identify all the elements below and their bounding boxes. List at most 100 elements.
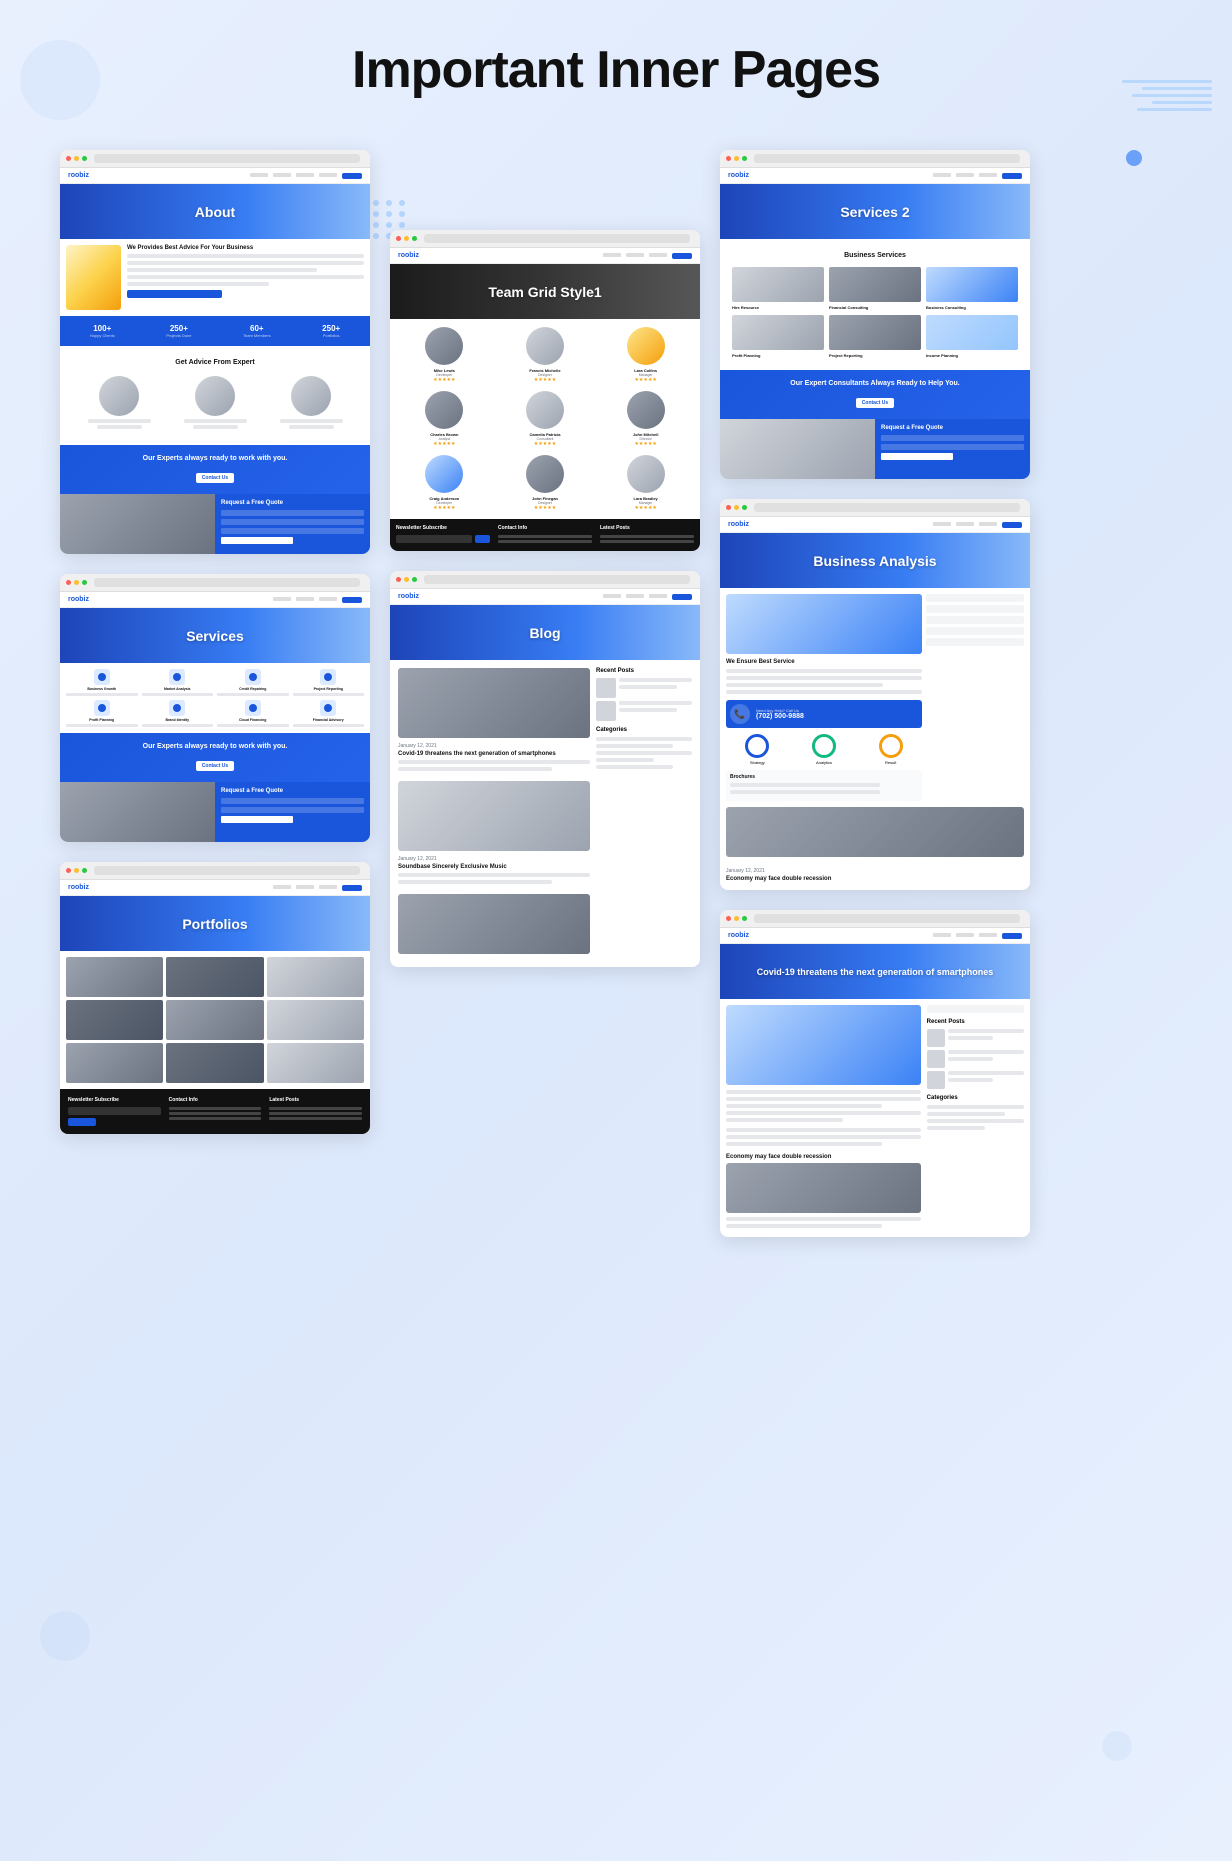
team-avatar-2 [526, 327, 564, 365]
nav-cta-btn[interactable] [1002, 173, 1022, 179]
browser-dot-green [412, 236, 417, 241]
footer-line [269, 1117, 362, 1120]
services2-submit-btn[interactable] [881, 453, 953, 460]
services-quote-input-2[interactable] [221, 807, 364, 813]
service-item-7: Cloud Financing [217, 700, 289, 727]
service2-image-2 [829, 267, 921, 302]
service-icon-5 [94, 700, 110, 716]
sidebar-search[interactable] [927, 1005, 1024, 1013]
quote-submit-btn[interactable] [221, 537, 293, 544]
services2-input-1[interactable] [881, 435, 1024, 441]
recent-post-sidebar-2 [927, 1050, 1024, 1068]
nav-cta-btn[interactable] [342, 173, 362, 179]
services-quote-submit[interactable] [221, 816, 293, 823]
site-logo: roobiz [68, 884, 89, 891]
about-person-section: We Provides Best Advice For Your Busines… [60, 239, 370, 316]
stat-projects: 250+ Projects Done [166, 324, 191, 338]
expert-row [68, 370, 362, 437]
nav-cta-btn[interactable] [342, 597, 362, 603]
avatar-image [627, 391, 665, 429]
browser-bar-portfolios [60, 862, 370, 880]
browser-dot-green [82, 868, 87, 873]
recent-posts-title: Recent Posts [596, 668, 692, 674]
service2-item-3: Business Consulting [926, 267, 1018, 310]
quote-input-3[interactable] [221, 528, 364, 534]
browser-dot-green [412, 577, 417, 582]
recent-post-thumb-1 [596, 678, 616, 698]
stat-label: Portfolios [322, 333, 340, 338]
nav-cta-btn[interactable] [1002, 933, 1022, 939]
page-title-section: Important Inner Pages [0, 0, 1232, 130]
blog-post-1-image [398, 668, 590, 738]
blog-sidebar: Recent Posts [596, 668, 692, 959]
stats-row: 100+ Happy Clients 250+ Projects Done 60… [60, 316, 370, 346]
newsletter-submit-btn[interactable] [475, 535, 490, 543]
team-avatar-1 [425, 327, 463, 365]
team-stars-4: ★★★★★ [398, 441, 491, 447]
newsletter-input[interactable] [396, 535, 472, 543]
portfolio-item-7 [66, 1043, 163, 1083]
service-icon-6 [169, 700, 185, 716]
about-hero-text: About [195, 204, 235, 220]
services-cta-section: Our Experts always ready to work with yo… [60, 733, 370, 782]
team-avatar-3 [627, 327, 665, 365]
site-nav-analysis: roobiz [720, 517, 1030, 533]
services2-quote-bg-image [720, 419, 875, 479]
avatar-image [526, 327, 564, 365]
services2-hero-text: Services 2 [840, 204, 909, 220]
newsletter-input[interactable] [68, 1107, 161, 1115]
team-member-grid: Mike Lewis Developer ★★★★★ Francis Miche… [390, 319, 700, 519]
service2-name-1: Hire Resource [732, 305, 824, 310]
services-cta-button[interactable]: Contact Us [196, 761, 234, 771]
stat-team: 60+ Team Members [243, 324, 271, 338]
browser-bar-about [60, 150, 370, 168]
recent-post-thumb-2 [596, 701, 616, 721]
service-icon-3 [245, 669, 261, 685]
text-line [948, 1071, 1024, 1075]
footer-line [169, 1107, 262, 1110]
center-column: roobiz Team Grid Style1 Mike Lewis Devel… [390, 230, 700, 1237]
team-member-3: Lara Collins Manager ★★★★★ [599, 327, 692, 383]
portfolios-hero-text: Portfolios [182, 916, 247, 932]
category-line [596, 737, 692, 741]
quote-input-1[interactable] [221, 510, 364, 516]
services-quote-input-1[interactable] [221, 798, 364, 804]
avatar-image [526, 455, 564, 493]
blog-post-2-title: Soundbase Sincerely Exclusive Music [398, 864, 590, 870]
newsletter-submit-btn[interactable] [68, 1118, 96, 1126]
browser-dot-green [742, 505, 747, 510]
services2-cta-button[interactable]: Contact Us [856, 398, 894, 408]
nav-cta-btn[interactable] [1002, 522, 1022, 528]
services2-input-2[interactable] [881, 444, 1024, 450]
analysis-section-title: We Ensure Best Service [726, 659, 922, 665]
text-line [726, 676, 922, 680]
nav-link [319, 885, 337, 889]
footer-newsletter-col: Newsletter Subscribe [68, 1097, 161, 1126]
service-name-6: Brand Identity [142, 718, 214, 722]
footer-posts-col: Latest Posts [269, 1097, 362, 1126]
services-hero-text: Services [186, 628, 244, 644]
category-line [927, 1119, 1024, 1123]
nav-cta-btn[interactable] [672, 253, 692, 259]
learn-more-btn[interactable] [127, 290, 222, 298]
sidebar-item-2 [926, 605, 1024, 613]
nav-cta-btn[interactable] [672, 594, 692, 600]
expert-role-2 [193, 425, 238, 429]
service-icon-shape [173, 673, 181, 681]
browser-bar-services2 [720, 150, 1030, 168]
nav-cta-btn[interactable] [342, 885, 362, 891]
nav-link [933, 522, 951, 526]
site-nav-blog-detail: roobiz [720, 928, 1030, 944]
service2-item-1: Hire Resource [732, 267, 824, 310]
blog-detail-page-card: roobiz Covid-19 threatens the next gener… [720, 910, 1030, 1237]
service-name-4: Project Reporting [293, 687, 365, 691]
service-icon-8 [320, 700, 336, 716]
quote-input-2[interactable] [221, 519, 364, 525]
browser-dot-red [726, 156, 731, 161]
nav-link [296, 173, 314, 177]
right-column: roobiz Services 2 Business Services [720, 150, 1030, 1237]
service-desc-4 [293, 693, 365, 696]
footer-line [498, 535, 592, 538]
team-footer: Newsletter Subscribe Contact Info Latest… [390, 519, 700, 551]
cta-button[interactable]: Contact Us [196, 473, 234, 483]
